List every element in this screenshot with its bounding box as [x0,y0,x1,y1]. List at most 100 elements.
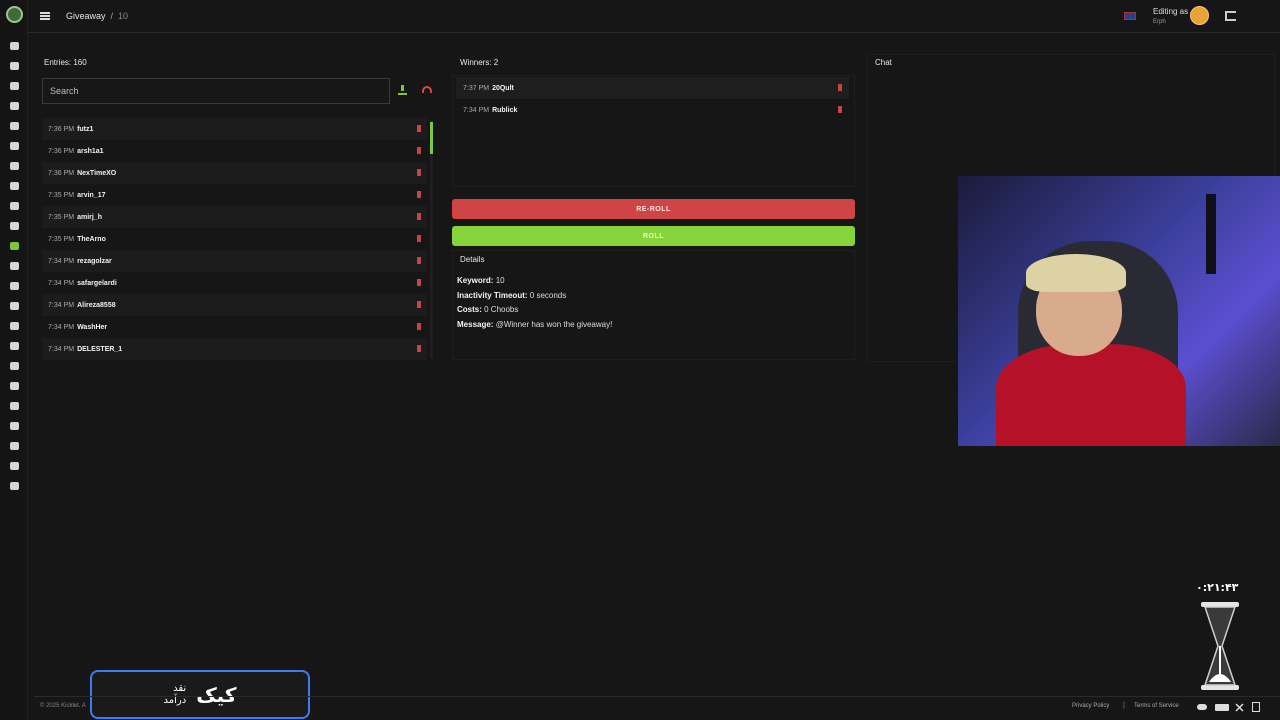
star-icon[interactable] [0,216,28,236]
search-icon[interactable] [0,436,28,456]
discord-icon[interactable] [1197,702,1207,712]
delete-entry-icon[interactable] [417,169,421,176]
kick-icon[interactable] [1215,702,1229,712]
breadcrumb-separator: / [110,11,114,21]
undo-icon[interactable] [422,86,432,93]
delete-winner-icon[interactable] [838,84,842,91]
webcam-shirt [996,344,1186,446]
gamepad-icon[interactable] [0,456,28,476]
delete-entry-icon[interactable] [417,125,421,132]
entry-row[interactable]: 7:36 PM arsh1a1 [42,140,427,162]
gift-icon[interactable] [0,236,28,256]
chat-icon[interactable] [0,116,28,136]
entry-row[interactable]: 7:34 PM WashHer [42,316,427,338]
entry-username: DELESTER_1 [77,345,123,353]
detail-inactivity: Inactivity Timeout: 0 seconds [457,291,566,300]
kick-small-line-1: نقد [173,682,187,694]
winner-row[interactable]: 7:37 PM 20Qult [456,77,849,99]
entry-row[interactable]: 7:34 PM Alireza8558 [42,294,427,316]
commands-icon[interactable] [0,76,28,96]
entry-row[interactable]: 7:34 PM DELESTER_1 [42,338,427,360]
cart-icon[interactable] [0,256,28,276]
delete-entry-icon[interactable] [417,323,421,330]
document-icon[interactable] [0,56,28,76]
delete-entry-icon[interactable] [417,345,421,352]
entry-username: safargelardi [77,279,117,287]
entry-time: 7:35 PM [48,235,75,243]
entry-row[interactable]: 7:35 PM arvin_17 [42,184,427,206]
entry-username: NexTimeXO [77,169,117,177]
delete-entry-icon[interactable] [417,213,421,220]
monitor-icon[interactable] [0,416,28,436]
kicklet-logo-icon[interactable] [6,6,23,23]
delete-entry-icon[interactable] [417,257,421,264]
roll-button[interactable]: ROLL [452,226,855,246]
detail-message: Message: @Winner has won the giveaway! [457,320,612,329]
timer-icon[interactable] [0,136,28,156]
entry-time: 7:36 PM [48,125,75,133]
breadcrumb-giveaway[interactable]: Giveaway [66,11,106,21]
footer-divider [34,696,1280,697]
editing-user: Erph [1153,19,1166,25]
reroll-button[interactable]: RE-ROLL [452,199,855,219]
footer-separator: | [1123,702,1125,709]
avatar[interactable] [1190,6,1209,25]
terms-link[interactable]: Terms of Service [1134,703,1179,709]
entry-row[interactable]: 7:34 PM safargelardi [42,272,427,294]
document-icon[interactable] [1251,702,1261,712]
logout-icon[interactable] [1225,11,1236,21]
delete-entry-icon[interactable] [417,147,421,154]
delete-entry-icon[interactable] [417,301,421,308]
entries-scroll-thumb[interactable] [430,122,433,154]
message-label: Message: [457,320,494,329]
entry-row[interactable]: 7:35 PM amirj_h [42,206,427,228]
entry-username: arvin_17 [77,191,106,199]
kick-small-text: نقد درآمد [164,683,187,707]
emoji-icon[interactable] [0,356,28,376]
privacy-link[interactable]: Privacy Policy [1072,703,1109,709]
stats-icon[interactable] [0,296,28,316]
delete-entry-icon[interactable] [417,279,421,286]
shield-icon[interactable] [0,156,28,176]
alert-icon[interactable] [0,176,28,196]
entry-username: rezagolzar [77,257,112,265]
costs-value: 0 Choobs [484,305,519,314]
entry-row[interactable]: 7:35 PM TheArno [42,228,427,250]
music-icon[interactable] [0,196,28,216]
entry-row[interactable]: 7:36 PM futz1 [42,118,427,140]
entries-scrollbar[interactable] [430,120,433,358]
entry-row[interactable]: 7:36 PM NexTimeXO [42,162,427,184]
link-icon[interactable] [0,276,28,296]
winners-count: Winners: 2 [460,58,499,67]
hammer-icon[interactable] [0,96,28,116]
entry-time: 7:34 PM [48,257,75,265]
hamburger-menu-icon[interactable] [40,12,50,20]
entry-time: 7:34 PM [48,301,75,309]
editing-label: Editing as [1153,7,1189,16]
sidebar [0,0,28,720]
uk-flag-icon[interactable] [1124,12,1136,20]
video-icon[interactable] [0,316,28,336]
box-icon[interactable] [0,336,28,356]
card-icon[interactable] [0,476,28,496]
entry-username: TheArno [77,235,106,243]
entry-time: 7:34 PM [48,345,75,353]
hourglass-icon [1201,602,1239,690]
entry-row[interactable]: 7:34 PM rezagolzar [42,250,427,272]
delete-entry-icon[interactable] [417,191,421,198]
winner-row[interactable]: 7:34 PM Rublick [456,99,849,121]
entry-time: 7:35 PM [48,191,75,199]
message-value: @Winner has won the giveaway! [495,320,613,329]
download-icon[interactable] [398,85,407,95]
x-icon[interactable] [1234,702,1244,712]
clapper-icon[interactable] [0,376,28,396]
message-icon[interactable] [0,396,28,416]
sidebar-nav [0,36,28,496]
search-input[interactable] [42,78,390,104]
detail-costs: Costs: 0 Choobs [457,305,518,314]
delete-winner-icon[interactable] [838,106,842,113]
delete-entry-icon[interactable] [417,235,421,242]
winner-time: 7:37 PM [463,84,490,92]
dashboard-icon[interactable] [0,36,28,56]
webcam-overlay [958,176,1280,446]
